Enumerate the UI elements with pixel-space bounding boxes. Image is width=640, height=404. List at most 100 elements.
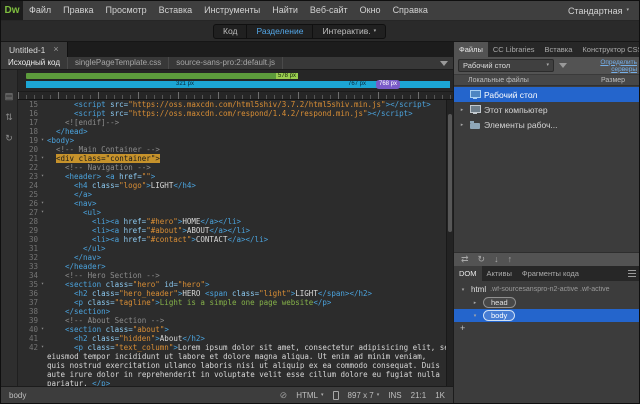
code-line[interactable]: 40▾<section class="about"> <box>18 325 446 334</box>
expand-icon[interactable]: ▸ <box>458 122 466 128</box>
code-line[interactable]: 19▾<body> <box>18 136 446 145</box>
media-query-bar[interactable]: 578 px 321 px 767 px 768 px <box>18 70 453 100</box>
related-file[interactable]: Исходный код <box>1 57 68 69</box>
code-line[interactable]: 20<!-- Main Container --> <box>18 145 446 154</box>
menu-item[interactable]: Веб-сайт <box>304 1 354 20</box>
tab-dom[interactable]: DOM <box>454 266 482 281</box>
collapse-icon[interactable]: ▾ <box>471 313 479 319</box>
fold-toggle-icon[interactable]: ▾ <box>38 208 47 217</box>
menu-item[interactable]: Найти <box>266 1 304 20</box>
file-tree-item[interactable]: Рабочий стол <box>454 87 640 102</box>
menu-item[interactable]: Справка <box>387 1 434 20</box>
file-tree-item[interactable]: ▸Элементы рабоч... <box>454 117 640 132</box>
code-line[interactable]: 25</a> <box>18 190 446 199</box>
code-line[interactable]: 22<!-- Navigation --> <box>18 163 446 172</box>
code-line[interactable]: 21▾<div class="container"> <box>18 154 446 163</box>
refresh-icon[interactable]: ↻ <box>5 134 13 143</box>
code-line[interactable]: 41<h2 class="hidden">About</h2> <box>18 334 446 343</box>
code-line[interactable]: 37<p class="tagline">Light is a simple o… <box>18 298 446 307</box>
code-line[interactable]: 38</section> <box>18 307 446 316</box>
code-line[interactable]: 23▾<header> <a href=""> <box>18 172 446 181</box>
live-view-button[interactable]: Интерактив. ▾ <box>313 25 385 38</box>
code-line[interactable]: 15<script src="https://oss.maxcdn.com/ht… <box>18 100 446 109</box>
code-line[interactable]: aute irure dolor in reprehenderit in vol… <box>18 370 446 379</box>
put-files-icon[interactable]: ↑ <box>508 255 513 264</box>
get-files-icon[interactable]: ↓ <box>494 255 499 264</box>
related-file[interactable]: singlePageTemplate.css <box>68 57 169 69</box>
code-line[interactable]: 36<h2 class="hero_header">HERO <span cla… <box>18 289 446 298</box>
media-query-green-bar[interactable]: 578 px <box>26 73 298 79</box>
panel-menu[interactable] <box>628 266 640 281</box>
workspace-switcher[interactable]: Стандартная ▾ <box>568 6 639 16</box>
menu-item[interactable]: Файл <box>23 1 57 20</box>
dom-head-pill[interactable]: head <box>483 297 516 308</box>
document-tab[interactable]: Untitled-1 × <box>1 42 68 57</box>
lint-status-icon[interactable]: ⊘ <box>280 390 288 401</box>
files-filter-icon[interactable] <box>559 63 567 68</box>
fold-toggle-icon[interactable]: ▾ <box>38 343 47 352</box>
fold-toggle-icon[interactable]: ▾ <box>38 136 47 145</box>
fold-toggle-icon[interactable]: ▾ <box>38 280 47 289</box>
code-line[interactable]: eiusmod tempor incididunt ut labore et d… <box>18 352 446 361</box>
collapse-icon[interactable]: ▾ <box>459 287 467 293</box>
expand-icon[interactable]: ▸ <box>458 107 466 113</box>
column-local-files[interactable]: Локальные файлы <box>454 77 601 84</box>
open-documents-icon[interactable]: ▤ <box>5 92 14 101</box>
code-line[interactable]: 33</header> <box>18 262 446 271</box>
dom-node-body[interactable]: ▾ body <box>454 309 640 322</box>
define-servers-link[interactable]: Определить серверы <box>583 59 637 73</box>
filter-icon[interactable] <box>440 61 448 66</box>
code-line[interactable]: 31</ul> <box>18 244 446 253</box>
doc-type-indicator[interactable]: HTML ▾ <box>296 391 323 400</box>
connect-icon[interactable]: ⇄ <box>461 255 469 264</box>
device-preview-icon[interactable] <box>333 391 339 400</box>
code-line[interactable]: 35▾<section class="hero" id="hero"> <box>18 280 446 289</box>
code-editor[interactable]: 15<script src="https://oss.maxcdn.com/ht… <box>18 100 453 386</box>
vertical-scrollbar[interactable] <box>446 100 453 386</box>
code-line[interactable]: 24<h4 class="logo">LIGHT</h4> <box>18 181 446 190</box>
menu-item[interactable]: Правка <box>57 1 99 20</box>
menu-item[interactable]: Вставка <box>153 1 198 20</box>
menu-item[interactable]: Окно <box>354 1 387 20</box>
menu-item[interactable]: Просмотр <box>100 1 153 20</box>
file-tree-item[interactable]: ▸Этот компьютер <box>454 102 640 117</box>
close-icon[interactable]: × <box>53 45 58 54</box>
file-management-icon[interactable]: ⇅ <box>5 113 13 122</box>
fold-toggle-icon[interactable]: ▾ <box>38 172 47 181</box>
code-line[interactable]: 42▾<p class="text_column">Lorem ipsum do… <box>18 343 446 352</box>
code-line[interactable]: 17<![endif]--> <box>18 118 446 127</box>
fold-toggle-icon[interactable]: ▾ <box>38 154 47 163</box>
dom-node-head[interactable]: ▸ head <box>454 296 640 309</box>
code-line[interactable]: pariatur. </p> <box>18 379 446 386</box>
menu-item[interactable]: Инструменты <box>198 1 266 20</box>
expand-icon[interactable]: ▸ <box>471 300 479 306</box>
code-line[interactable]: 18</head> <box>18 127 446 136</box>
add-element-button[interactable]: + <box>460 324 465 333</box>
refresh-icon[interactable]: ↻ <box>478 255 486 264</box>
tab-файлы[interactable]: Файлы <box>454 42 488 57</box>
code-line[interactable]: 28<li><a href="#hero">HOME</a></li> <box>18 217 446 226</box>
code-line[interactable]: quis nostrud exercitation ullamco labori… <box>18 361 446 370</box>
code-line[interactable]: 16<script src="https://oss.maxcdn.com/re… <box>18 109 446 118</box>
tab-вставка[interactable]: Вставка <box>540 42 578 57</box>
code-view-button[interactable]: Код <box>214 25 247 38</box>
code-line[interactable]: 26▾<nav> <box>18 199 446 208</box>
app-logo[interactable]: Dw <box>1 1 23 20</box>
site-select[interactable]: Рабочий стол ▾ <box>458 59 554 72</box>
code-line[interactable]: 29<li><a href="#about">ABOUT</a></li> <box>18 226 446 235</box>
split-view-button[interactable]: Разделение <box>247 25 313 38</box>
scrollbar-thumb[interactable] <box>448 114 452 232</box>
window-size-indicator[interactable]: 897 x 7 ▾ <box>348 391 380 400</box>
tab-cc-libraries[interactable]: CC Libraries <box>488 42 540 57</box>
related-file[interactable]: source-sans-pro:2:default.js <box>169 57 283 69</box>
tab-конструктор-css[interactable]: Конструктор CSS <box>577 42 640 57</box>
dom-body-pill[interactable]: body <box>483 310 515 321</box>
tab-фрагменты-кода[interactable]: Фрагменты кода <box>517 266 584 281</box>
code-line[interactable]: 27▾<ul> <box>18 208 446 217</box>
code-line[interactable]: 32</nav> <box>18 253 446 262</box>
column-size[interactable]: Размер <box>601 77 640 84</box>
code-line[interactable]: 30<li><a href="#contact">CONTACT</a></li… <box>18 235 446 244</box>
code-line[interactable]: 34<!-- Hero Section --> <box>18 271 446 280</box>
code-line[interactable]: 39<!-- About Section --> <box>18 316 446 325</box>
fold-toggle-icon[interactable]: ▾ <box>38 325 47 334</box>
